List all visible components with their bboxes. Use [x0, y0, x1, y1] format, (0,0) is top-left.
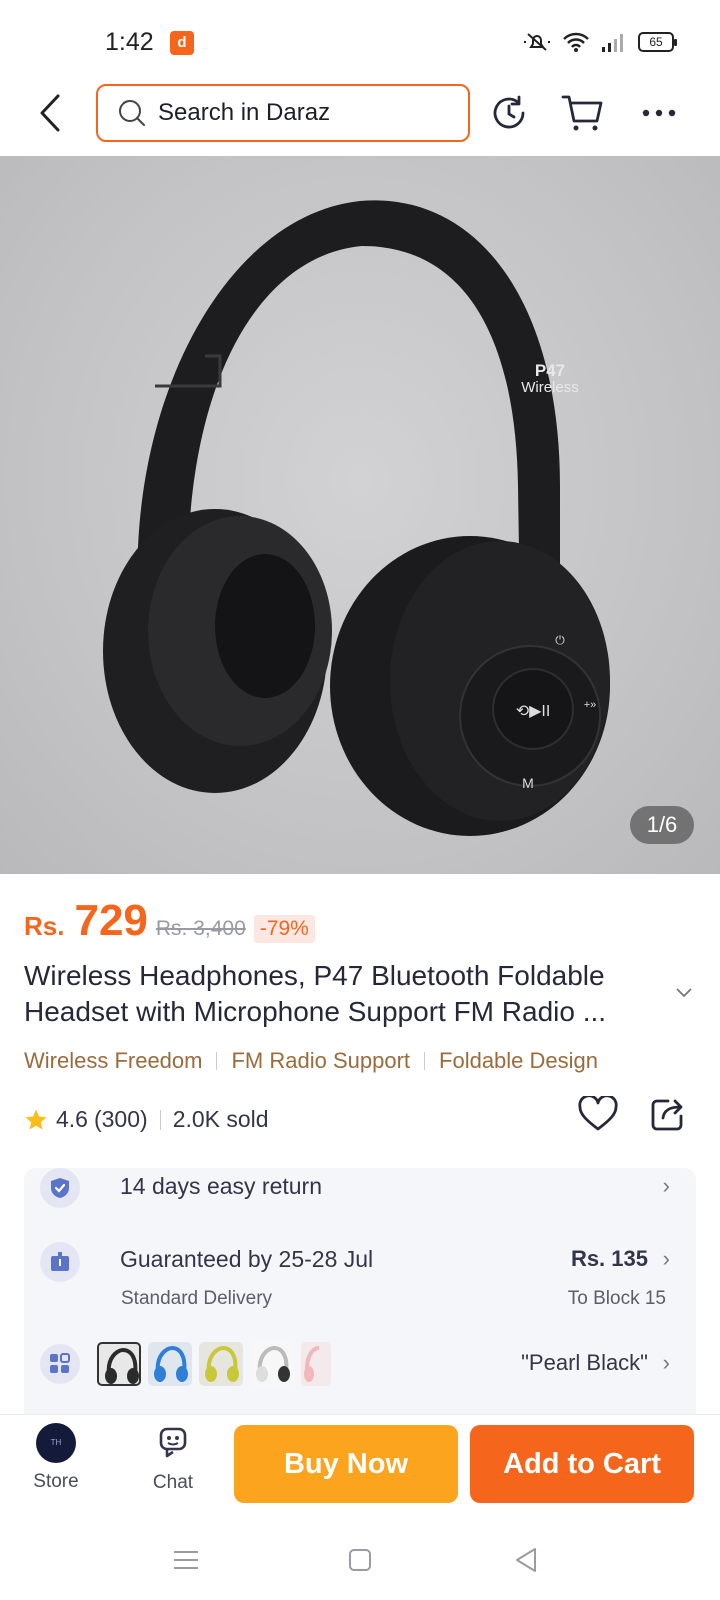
star-icon [25, 1109, 47, 1129]
price-current: 729 [74, 896, 148, 945]
daraz-app-icon: d [170, 31, 194, 55]
headphone-thumb-icon [256, 1345, 290, 1382]
rating-divider [159, 1109, 161, 1130]
chevron-right-icon: › [662, 1173, 670, 1198]
store-logo-icon: TH [36, 1423, 76, 1463]
product-image-headphones: P47 Wireless ⟲▶II M +» ⏻ [103, 200, 610, 836]
back-arrow-icon [40, 94, 60, 132]
product-highlights: Wireless Freedom FM Radio Support Foldab… [24, 1048, 598, 1074]
share-icon [651, 1099, 683, 1131]
history-button[interactable] [484, 88, 534, 138]
shield-icon [51, 1178, 69, 1198]
search-placeholder: Search in Daraz [158, 99, 331, 126]
signal-icon [602, 34, 623, 52]
highlight-tag: Foldable Design [439, 1048, 598, 1073]
product-image-gallery[interactable]: P47 Wireless ⟲▶II M +» ⏻ 1/6 [0, 156, 720, 874]
product-title[interactable]: Wireless Headphones, P47 Bluetooth Folda… [24, 958, 664, 1030]
svg-text:⏻: ⏻ [555, 633, 565, 647]
status-icons: 65 [522, 30, 677, 54]
selected-variant: "Pearl Black" [521, 1350, 648, 1375]
delivery-price: Rs. 135 [570, 1246, 648, 1271]
chat-icon [159, 1427, 187, 1458]
headphone-thumb-icon [154, 1345, 188, 1382]
chevron-right-icon: › [662, 1350, 670, 1375]
more-icon [642, 109, 676, 117]
cart-button[interactable] [558, 88, 608, 138]
home-button[interactable] [340, 1540, 380, 1580]
delivery-row[interactable]: Guaranteed by 25-28 Jul Standard Deliver… [40, 1240, 680, 1320]
headband-print-wireless: Wireless [521, 379, 579, 396]
cart-icon [561, 95, 603, 131]
return-policy-text: 14 days easy return [120, 1173, 323, 1199]
svg-text:⟲▶II: ⟲▶II [516, 703, 551, 720]
headphone-thumb-icon [105, 1347, 139, 1384]
price-row: Rs. 729 Rs. 3,400 -79% [24, 896, 315, 946]
variants-icon [50, 1353, 70, 1373]
battery-icon: 65 [638, 32, 677, 52]
top-nav: Search in Daraz [0, 76, 720, 156]
rating-value: 4.6 [56, 1106, 88, 1132]
variants-icon-wrap [40, 1344, 80, 1384]
chat-label: Chat [152, 1472, 194, 1493]
back-button[interactable] [28, 88, 72, 138]
discount-badge: -79% [253, 915, 315, 943]
delivery-icon [51, 1252, 69, 1271]
mute-bell-icon [524, 33, 550, 51]
buy-now-button[interactable]: Buy Now [234, 1425, 458, 1503]
svg-text:+»: +» [584, 699, 597, 711]
variant-swatch[interactable] [148, 1342, 192, 1386]
status-time: 1:42 [105, 28, 154, 56]
back-triangle-icon [516, 1548, 536, 1572]
more-button[interactable] [634, 88, 684, 138]
share-button[interactable] [650, 1096, 694, 1140]
tag-divider [424, 1052, 426, 1070]
chat-button[interactable]: Chat [142, 1423, 204, 1494]
delivery-guarantee-text: Guaranteed by 25-28 Jul [120, 1246, 374, 1272]
back-nav-button[interactable] [506, 1540, 546, 1580]
svg-text:M: M [522, 775, 534, 791]
variant-row[interactable]: "Pearl Black" › [40, 1342, 680, 1422]
return-policy-row[interactable]: 14 days easy return › [40, 1168, 680, 1238]
highlight-tag: Wireless Freedom [24, 1048, 203, 1073]
home-square-icon [349, 1549, 371, 1571]
delivery-location: To Block 15 [567, 1288, 666, 1309]
history-icon [493, 95, 525, 129]
sold-count: 2.0K sold [172, 1106, 269, 1132]
recent-apps-button[interactable] [166, 1540, 206, 1580]
delivery-icon-wrap [40, 1242, 80, 1282]
search-bar[interactable]: Search in Daraz [96, 84, 470, 142]
return-icon-wrap [40, 1168, 80, 1208]
image-counter: 1/6 [630, 806, 694, 844]
review-count: (300) [93, 1106, 148, 1132]
search-icon [119, 100, 145, 126]
headband-print-model: P47 [535, 361, 565, 380]
headphone-thumb-icon [205, 1345, 239, 1382]
headphone-thumb-icon [304, 1346, 320, 1382]
rating-row[interactable]: 4.6 (300) 2.0K sold [24, 1106, 269, 1133]
add-to-cart-button[interactable]: Add to Cart [470, 1425, 694, 1503]
delivery-type-text: Standard Delivery [121, 1288, 273, 1309]
variant-swatch[interactable] [250, 1342, 294, 1386]
price-original: Rs. 3,400 [155, 917, 246, 940]
variant-swatch[interactable] [301, 1342, 331, 1386]
store-label: Store [33, 1471, 79, 1492]
wishlist-button[interactable] [578, 1094, 622, 1140]
expand-title-chevron-icon[interactable] [676, 988, 692, 998]
bottom-action-bar: TH Store Chat Buy Now Add to Cart [0, 1414, 720, 1526]
service-info-card: 14 days easy return › Guaranteed by 25-2… [24, 1168, 696, 1428]
battery-level: 65 [649, 35, 663, 49]
wifi-icon [563, 32, 589, 52]
highlight-tag: FM Radio Support [231, 1048, 411, 1073]
system-navigation-bar [0, 1526, 720, 1600]
variant-swatch[interactable] [97, 1342, 141, 1386]
store-button[interactable]: TH Store [26, 1423, 86, 1493]
variant-swatch[interactable] [199, 1342, 243, 1386]
heart-icon [578, 1094, 618, 1131]
status-bar: 1:42 d 65 [0, 0, 720, 76]
tag-divider [216, 1052, 218, 1070]
menu-icon [174, 1551, 198, 1569]
chevron-right-icon: › [662, 1246, 670, 1271]
price-currency: Rs. [24, 911, 65, 941]
